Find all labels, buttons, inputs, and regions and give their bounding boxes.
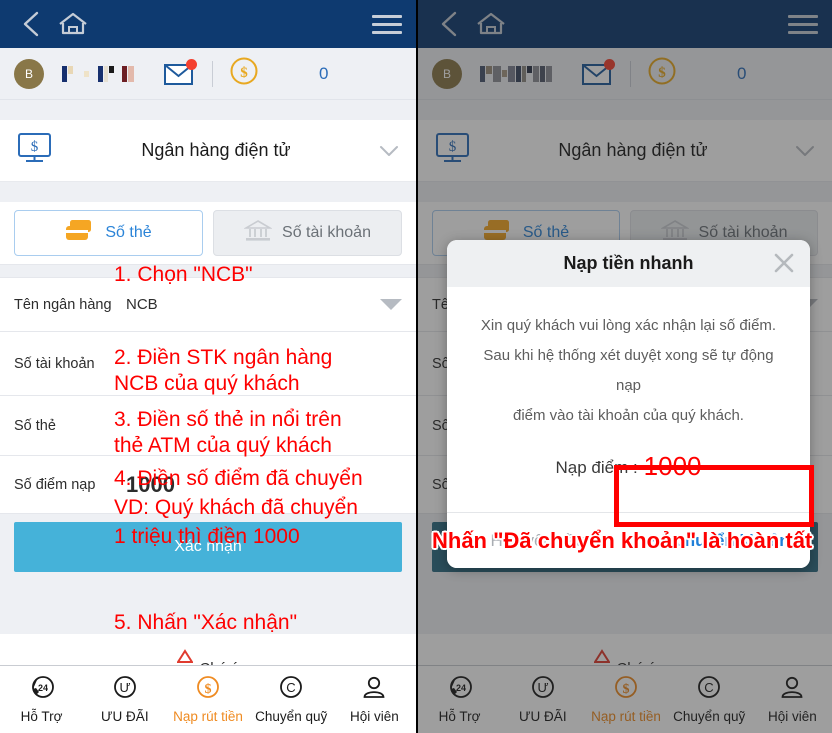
svg-text:$: $ (240, 65, 248, 81)
modal-header: Nạp tiền nhanh (447, 240, 810, 287)
avatar[interactable]: B (14, 58, 44, 89)
field-account-number-label: Số tài khoản (14, 355, 95, 372)
bottomnav-item-support[interactable]: 24 Hỗ Trợ (0, 675, 83, 724)
field-bank-name[interactable]: Tên ngân hàng NCB (0, 278, 416, 332)
divider (212, 60, 213, 87)
bottomnav-item-transfer[interactable]: C Chuyển quỹ (250, 675, 333, 724)
page-title: Ngân hàng điện tử (141, 140, 291, 160)
modal-message-line-2: Sau khi hệ thống xét duyệt xong sẽ tự độ… (483, 347, 774, 394)
masked-username (62, 65, 134, 83)
confirm-button[interactable]: Xác nhận (14, 522, 402, 572)
balance-value: 0 (319, 63, 329, 83)
account-type-tabs: Số thẻ Số tài khoản (0, 202, 416, 264)
modal-cancel-button[interactable]: Hủy yêu cầu (447, 513, 629, 568)
monitor-dollar-icon: $ (14, 130, 56, 171)
svg-text:$: $ (205, 682, 212, 697)
chevron-down-icon[interactable] (380, 299, 402, 310)
phone-24h-icon: 24 (27, 675, 57, 706)
field-bank-name-value: NCB (126, 296, 158, 313)
note-row: Chú ý (0, 634, 416, 668)
unread-badge (186, 58, 197, 70)
home-icon[interactable] (56, 7, 90, 41)
form-top-separator (0, 264, 416, 278)
field-card-number[interactable]: Số thẻ (0, 396, 416, 456)
credit-card-icon (65, 218, 95, 249)
modal-title: Nạp tiền nhanh (563, 253, 694, 273)
modal-message-line-3: điểm vào tài khoản của quý khách. (513, 407, 744, 424)
modal-amount-value: 1000 (643, 451, 702, 481)
svg-text:$: $ (31, 139, 39, 155)
dollar-coin-icon: $ (194, 675, 222, 706)
svg-text:24: 24 (38, 683, 48, 693)
close-x-icon[interactable] (772, 251, 796, 275)
svg-text:Ư: Ư (119, 680, 130, 695)
spacer-bar-2 (0, 182, 416, 202)
field-deposit-points-value: 1000 (126, 471, 175, 497)
user-icon (361, 675, 387, 706)
modal-body: Xin quý khách vui lòng xác nhận lại số đ… (447, 287, 810, 512)
tab-card-number[interactable]: Số thẻ (14, 210, 203, 256)
avatar-initial: B (24, 66, 33, 81)
field-account-number[interactable]: Số tài khoản (0, 332, 416, 396)
left-phone-panel: B $ 0 $ Ngân hàng điện tử Số thẻ Số tài … (0, 0, 416, 733)
confirm-area: Xác nhận (0, 514, 416, 572)
section-header-ebanking[interactable]: $ Ngân hàng điện tử (0, 120, 416, 182)
tab-card-number-label: Số thẻ (105, 224, 152, 241)
bottomnav-item-deposit-withdraw-label: Nạp rút tiền (173, 709, 243, 724)
chevron-down-icon[interactable] (376, 138, 402, 164)
bank-icon (243, 218, 273, 249)
modal-message-line-1: Xin quý khách vui lòng xác nhận lại số đ… (480, 317, 777, 334)
bottom-navigation-bar: 24 Hỗ Trợ Ư ƯU ĐÃI $ Nạp rút tiền C Chuy… (0, 665, 416, 733)
bottomnav-item-transfer-label: Chuyển quỹ (255, 709, 328, 724)
bottomnav-item-member-label: Hội viên (350, 709, 399, 724)
modal-confirm-transfer-button[interactable]: Đã chuyển khoản (628, 513, 810, 568)
mail-icon[interactable] (164, 58, 197, 86)
top-navigation-bar (0, 0, 416, 48)
tab-bank-account-label: Số tài khoản (282, 224, 371, 241)
field-deposit-points-label: Số điểm nạp (14, 476, 96, 493)
modal-amount-label: Nạp điểm : (555, 458, 638, 477)
field-bank-name-label: Tên ngân hàng (14, 296, 112, 313)
svg-text:C: C (287, 680, 296, 695)
back-icon[interactable] (14, 7, 48, 41)
quick-deposit-modal: Nạp tiền nhanh Xin quý khách vui lòng xá… (447, 240, 810, 568)
bottomnav-item-deposit-withdraw[interactable]: $ Nạp rút tiền (166, 675, 249, 724)
field-deposit-points[interactable]: Số điểm nạp 1000 (0, 456, 416, 514)
bottomnav-item-promotions-label: ƯU ĐÃI (101, 709, 149, 724)
modal-amount-row: Nạp điểm : 1000 (469, 451, 788, 482)
modal-footer: Hủy yêu cầu Đã chuyển khoản (447, 512, 810, 568)
bottomnav-item-promotions[interactable]: Ư ƯU ĐÃI (83, 675, 166, 724)
bottomnav-item-support-label: Hỗ Trợ (20, 709, 63, 724)
bottomnav-item-member[interactable]: Hội viên (333, 675, 416, 724)
hamburger-menu-icon[interactable] (372, 14, 402, 34)
spacer-bar (0, 100, 416, 120)
transfer-c-icon: C (277, 675, 305, 706)
bank-form: Tên ngân hàng NCB Số tài khoản Số thẻ Số… (0, 278, 416, 514)
screenshot-stage: B $ 0 $ Ngân hàng điện tử Số thẻ Số tài … (0, 0, 832, 733)
promo-u-icon: Ư (111, 675, 139, 706)
right-phone-panel: B $ 0 $ Ngân hàng điện tử Số thẻ Số tài … (416, 0, 832, 733)
dollar-coin-icon[interactable]: $ (229, 56, 259, 91)
field-card-number-label: Số thẻ (14, 417, 56, 434)
user-status-bar: B $ 0 (0, 48, 416, 100)
confirm-area-spacer (0, 572, 416, 634)
tab-bank-account[interactable]: Số tài khoản (213, 210, 402, 256)
